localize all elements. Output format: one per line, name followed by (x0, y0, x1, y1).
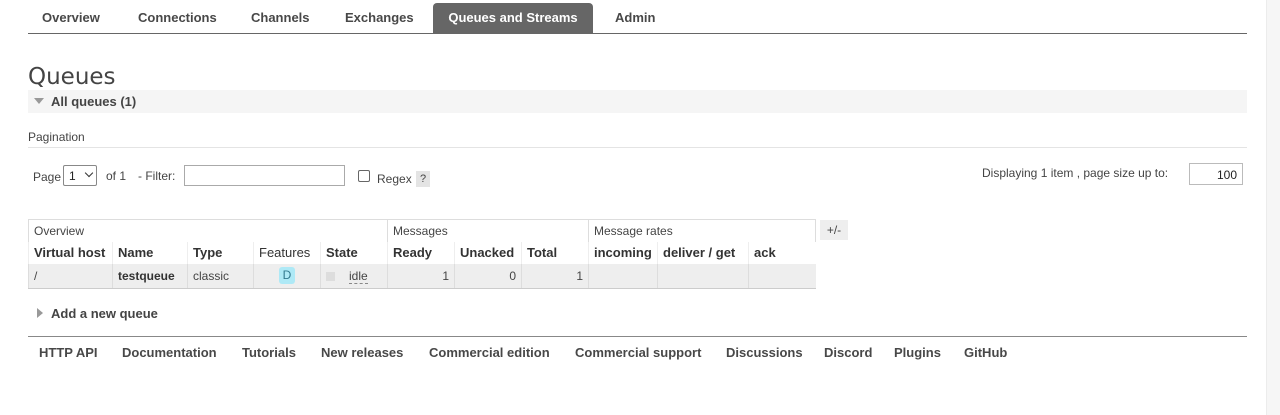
pagination-row: Page 1 of 1 - Filter: Regex ? Displaying… (0, 163, 1280, 194)
cell-total: 1 (521, 263, 589, 289)
display-count-label: Displaying 1 item , page size up to: (982, 166, 1169, 180)
footer-link-discord[interactable]: Discord (824, 345, 872, 360)
queue-name-link[interactable]: testqueue (112, 263, 188, 289)
col-name[interactable]: Name (112, 241, 188, 264)
table-row[interactable]: / testqueue classic D idle 1 0 1 (28, 263, 816, 289)
footer-link-github[interactable]: GitHub (964, 345, 1007, 360)
col-features: Features (253, 241, 321, 264)
page-label: Page (33, 170, 62, 184)
regex-label: Regex (377, 172, 412, 186)
top-navigation: Overview Connections Channels Exchanges … (28, 3, 1247, 34)
page-select-value: 1 (69, 169, 76, 183)
regex-checkbox[interactable] (358, 170, 370, 182)
col-total[interactable]: Total (521, 241, 589, 264)
pagination-divider (28, 147, 1247, 148)
cell-features: D (253, 263, 321, 289)
collapse-triangle-icon (34, 98, 44, 104)
toggle-columns-button[interactable]: +/- (820, 220, 848, 240)
footer-divider (28, 336, 1247, 337)
page: Overview Connections Channels Exchanges … (0, 0, 1280, 415)
footer-link-http-api[interactable]: HTTP API (39, 345, 98, 360)
cell-type: classic (187, 263, 254, 289)
column-header-row: Virtual host Name Type Features State Re… (28, 241, 816, 264)
tab-queues-and-streams[interactable]: Queues and Streams (433, 3, 593, 33)
col-virtual-host[interactable]: Virtual host (28, 241, 113, 264)
tab-admin[interactable]: Admin (601, 3, 669, 33)
chevron-down-icon (84, 168, 94, 178)
tab-connections[interactable]: Connections (124, 3, 231, 33)
filter-input[interactable] (184, 165, 345, 186)
col-ack[interactable]: ack (748, 241, 816, 264)
col-deliver-get[interactable]: deliver / get (657, 241, 749, 264)
cell-incoming (588, 263, 658, 289)
group-header-message-rates: Message rates (588, 219, 816, 242)
state-text: idle (349, 268, 368, 284)
cell-ack (748, 263, 816, 289)
col-incoming[interactable]: incoming (588, 241, 658, 264)
page-size-input[interactable]: 100 (1189, 163, 1243, 185)
page-select[interactable]: 1 (63, 165, 97, 186)
group-header-messages: Messages (387, 219, 589, 242)
col-type[interactable]: Type (187, 241, 254, 264)
col-ready[interactable]: Ready (387, 241, 455, 264)
footer-link-documentation[interactable]: Documentation (122, 345, 217, 360)
footer-link-tutorials[interactable]: Tutorials (242, 345, 296, 360)
cell-virtual-host: / (28, 263, 113, 289)
all-queues-section-toggle[interactable]: All queues (1) (28, 90, 1247, 113)
page-title: Queues (28, 64, 116, 90)
tab-channels[interactable]: Channels (237, 3, 324, 33)
queues-table: Overview Messages Message rates Virtual … (28, 219, 816, 289)
state-indicator-icon (326, 272, 335, 282)
expand-triangle-icon (37, 308, 43, 318)
group-header-overview: Overview (28, 219, 388, 242)
regex-help-button[interactable]: ? (416, 171, 430, 187)
cell-ready: 1 (387, 263, 455, 289)
tab-overview[interactable]: Overview (28, 3, 114, 33)
footer-link-new-releases[interactable]: New releases (321, 345, 403, 360)
page-of-label: of 1 (106, 169, 127, 183)
cell-unacked: 0 (454, 263, 522, 289)
footer-link-plugins[interactable]: Plugins (894, 345, 941, 360)
col-state[interactable]: State (320, 241, 388, 264)
tab-exchanges[interactable]: Exchanges (331, 3, 428, 33)
footer-link-discussions[interactable]: Discussions (726, 345, 803, 360)
filter-label: - Filter: (138, 169, 176, 183)
vertical-scrollbar[interactable] (1266, 0, 1280, 415)
cell-state: idle (320, 263, 388, 289)
pagination-title: Pagination (28, 130, 85, 144)
footer-link-commercial-edition[interactable]: Commercial edition (429, 345, 550, 360)
add-queue-label: Add a new queue (51, 306, 158, 321)
group-header-row: Overview Messages Message rates (28, 219, 816, 242)
footer-link-commercial-support[interactable]: Commercial support (575, 345, 701, 360)
durable-feature-badge[interactable]: D (279, 267, 295, 285)
cell-deliver-get (657, 263, 749, 289)
col-unacked[interactable]: Unacked (454, 241, 522, 264)
all-queues-label: All queues (1) (51, 94, 137, 109)
